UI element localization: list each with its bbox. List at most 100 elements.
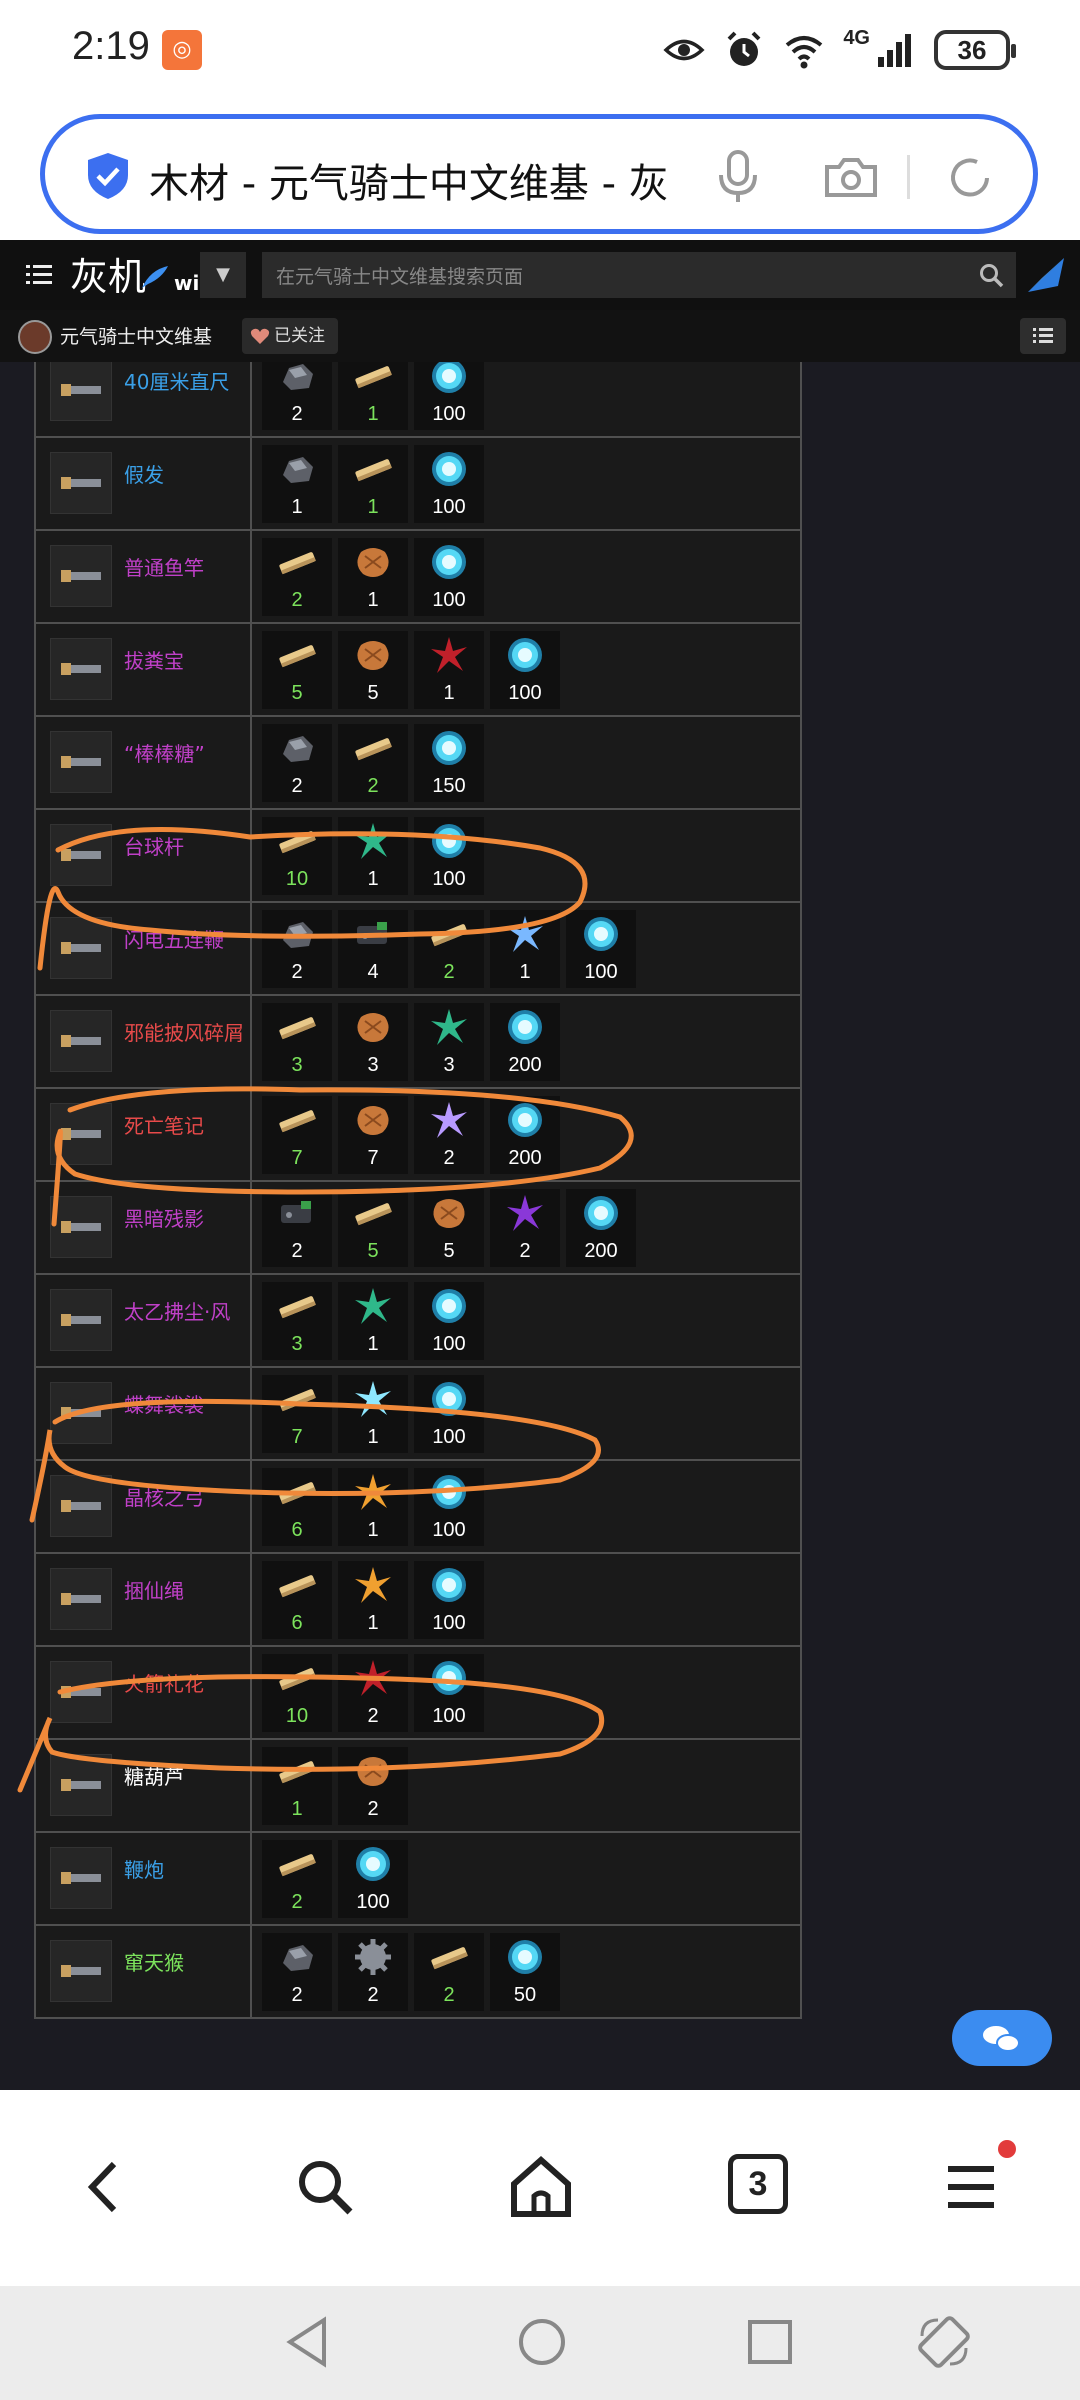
rocket-icon[interactable]	[50, 1661, 112, 1723]
material-wood[interactable]: 2	[414, 909, 484, 988]
item-name-link[interactable]: 闪电五连鞭	[124, 927, 248, 954]
nav-home-icon[interactable]	[514, 2314, 570, 2370]
item-name-link[interactable]: 蝶舞裟裟	[124, 1392, 248, 1419]
item-name-link[interactable]: 假发	[124, 462, 248, 489]
item-name-link[interactable]: 捆仙绳	[124, 1578, 248, 1605]
material-gem[interactable]: 100	[414, 816, 484, 895]
material-gem[interactable]: 50	[490, 1932, 560, 2011]
cape-icon[interactable]	[50, 1010, 112, 1072]
rotate-screen-icon[interactable]	[916, 2314, 972, 2370]
material-gem[interactable]: 100	[566, 909, 636, 988]
material-violet-crystal[interactable]: 2	[490, 1188, 560, 1267]
material-gem[interactable]: 100	[414, 362, 484, 430]
material-leather[interactable]: 5	[338, 630, 408, 709]
material-gem[interactable]: 100	[414, 1374, 484, 1453]
site-dropdown-button[interactable]: ▼	[200, 252, 246, 298]
material-leather[interactable]: 7	[338, 1095, 408, 1174]
material-circuit[interactable]: 2	[262, 1188, 332, 1267]
material-gem[interactable]: 100	[414, 1281, 484, 1360]
material-gem[interactable]: 100	[414, 1467, 484, 1546]
candied-haws-icon[interactable]	[50, 1754, 112, 1816]
wiki-search-box[interactable]: 在元气骑士中文维基搜索页面	[262, 252, 1016, 298]
item-name-link[interactable]: 拔粪宝	[124, 648, 248, 675]
material-green-crystal[interactable]: 1	[338, 1281, 408, 1360]
hamburger-menu-icon[interactable]	[26, 262, 52, 286]
lollipop-icon[interactable]	[50, 731, 112, 793]
home-icon[interactable]	[506, 2152, 576, 2222]
material-wood[interactable]: 3	[262, 1002, 332, 1081]
follow-button[interactable]: 已关注	[242, 318, 338, 354]
material-ore[interactable]: 2	[262, 362, 332, 430]
item-name-link[interactable]: 普通鱼竿	[124, 555, 248, 582]
material-wood[interactable]: 2	[338, 723, 408, 802]
item-name-link[interactable]: 死亡笔记	[124, 1113, 248, 1140]
item-name-link[interactable]: 糖葫芦	[124, 1764, 248, 1791]
chat-button[interactable]	[952, 2010, 1052, 2066]
material-wood[interactable]: 7	[262, 1095, 332, 1174]
material-red-crystal[interactable]: 1	[414, 630, 484, 709]
material-gem[interactable]: 100	[414, 444, 484, 523]
staff-icon[interactable]	[50, 1382, 112, 1444]
material-ore[interactable]: 1	[262, 444, 332, 523]
item-name-link[interactable]: 太乙拂尘·风	[124, 1299, 248, 1326]
material-leather[interactable]: 2	[338, 1746, 408, 1825]
page-title-url[interactable]: 木材 - 元气骑士中文维基 - 灰	[149, 151, 729, 209]
nav-back-icon[interactable]	[282, 2314, 338, 2370]
search-icon[interactable]	[290, 2152, 360, 2222]
dark-orb-icon[interactable]	[50, 1196, 112, 1258]
rope-icon[interactable]	[50, 1568, 112, 1630]
wiki-site-name[interactable]: 元气骑士中文维基	[60, 322, 212, 349]
item-name-link[interactable]: 鞭炮	[124, 1857, 248, 1884]
material-wood[interactable]: 6	[262, 1467, 332, 1546]
wiki-search-input[interactable]: 在元气骑士中文维基搜索页面	[276, 262, 523, 289]
tabs-button[interactable]: 3	[728, 2154, 788, 2214]
material-green-crystal[interactable]: 1	[338, 816, 408, 895]
material-wood[interactable]: 5	[338, 1188, 408, 1267]
material-ore[interactable]: 2	[262, 1932, 332, 2011]
address-bar[interactable]: 木材 - 元气骑士中文维基 - 灰	[40, 114, 1038, 234]
material-wood[interactable]: 10	[262, 816, 332, 895]
material-leather[interactable]: 1	[338, 537, 408, 616]
material-gear[interactable]: 2	[338, 1932, 408, 2011]
material-purple-crystal[interactable]: 2	[414, 1095, 484, 1174]
nav-recents-icon[interactable]	[742, 2314, 798, 2370]
back-icon[interactable]	[70, 2152, 140, 2222]
material-ore[interactable]: 2	[262, 909, 332, 988]
material-leather[interactable]: 3	[338, 1002, 408, 1081]
item-name-link[interactable]: 邪能披风碎屑	[124, 1020, 248, 1047]
material-leather[interactable]: 5	[414, 1188, 484, 1267]
material-wood[interactable]: 7	[262, 1374, 332, 1453]
notebook-icon[interactable]	[50, 1103, 112, 1165]
material-gem[interactable]: 150	[414, 723, 484, 802]
bow-icon[interactable]	[50, 1475, 112, 1537]
material-wood[interactable]: 1	[338, 444, 408, 523]
microphone-icon[interactable]	[713, 149, 763, 205]
item-name-link[interactable]: 黑暗残影	[124, 1206, 248, 1233]
wig-icon[interactable]	[50, 452, 112, 514]
material-red-crystal[interactable]: 2	[338, 1653, 408, 1732]
site-avatar[interactable]	[18, 320, 52, 354]
item-name-link[interactable]: 晶核之弓	[124, 1485, 248, 1512]
refresh-icon[interactable]	[945, 153, 995, 203]
material-wood[interactable]: 1	[262, 1746, 332, 1825]
material-gem[interactable]: 200	[490, 1002, 560, 1081]
material-gem[interactable]: 200	[566, 1188, 636, 1267]
material-cyan-crystal[interactable]: 1	[338, 1374, 408, 1453]
material-wood[interactable]: 1	[338, 362, 408, 430]
material-wood[interactable]: 2	[414, 1932, 484, 2011]
item-name-link[interactable]: 窜天猴	[124, 1950, 248, 1977]
material-gem[interactable]: 100	[414, 537, 484, 616]
material-wood[interactable]: 6	[262, 1560, 332, 1639]
material-gem[interactable]: 100	[414, 1560, 484, 1639]
plunger-icon[interactable]	[50, 638, 112, 700]
material-wood[interactable]: 2	[262, 537, 332, 616]
material-wood[interactable]: 2	[262, 1839, 332, 1918]
cue-icon[interactable]	[50, 824, 112, 886]
material-orange-crystal[interactable]: 1	[338, 1467, 408, 1546]
camera-icon[interactable]	[823, 155, 879, 199]
material-gem[interactable]: 200	[490, 1095, 560, 1174]
material-wood[interactable]: 10	[262, 1653, 332, 1732]
firecracker-icon[interactable]	[50, 1847, 112, 1909]
search-icon[interactable]	[978, 262, 1004, 288]
material-wood[interactable]: 5	[262, 630, 332, 709]
